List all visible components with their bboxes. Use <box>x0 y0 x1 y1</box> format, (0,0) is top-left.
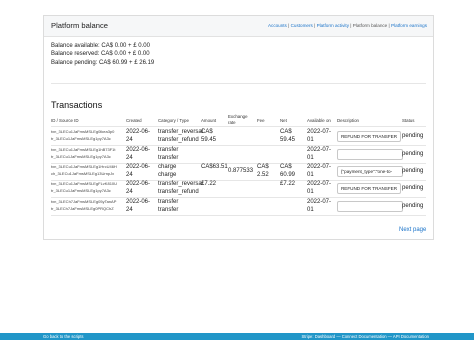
balance-pending: Balance pending: CA$ 60.99 + £ 26.19 <box>51 59 155 66</box>
type: transfer <box>158 155 179 162</box>
column-header-net: Net <box>280 118 287 123</box>
balance-summary: Balance available: CA$ 0.00 + £ 0.00 Bal… <box>51 42 154 67</box>
created-date-day: 24 <box>126 155 133 162</box>
created-date: 2022-06- <box>126 181 151 187</box>
category: transfer_reversal <box>158 181 204 187</box>
amount: £7.22 <box>201 181 217 187</box>
status-text: pending <box>402 185 424 191</box>
type: transfer_refund <box>158 189 199 196</box>
footer-links: Stripe: Dashboard — Connect Documentatio… <box>301 334 429 339</box>
balance-available: Balance available: CA$ 0.00 + £ 0.00 <box>51 43 150 49</box>
created-date-day: 24 <box>126 207 133 214</box>
fee: CA$ <box>257 164 269 170</box>
description-input[interactable] <box>337 149 403 160</box>
row-divider <box>51 215 426 216</box>
nav-platform-earnings-link[interactable]: Platform earnings <box>391 23 427 28</box>
source-id: tr_3LECu1JaFmsMSLEg1py7A3c <box>51 154 111 159</box>
net-value: 59.45 <box>280 137 296 144</box>
available-on-day: 01 <box>307 189 314 196</box>
balance-reserved: Balance reserved: CA$ 0.00 + £ 0.00 <box>51 51 150 58</box>
status-text: pending <box>402 133 424 139</box>
created-date: 2022-06- <box>126 129 151 135</box>
column-header-description: Description <box>337 118 359 123</box>
column-header-created: Created <box>126 118 142 123</box>
created-date: 2022-06- <box>126 147 151 153</box>
back-to-scripts-link[interactable]: Go back to the scripts <box>43 334 84 339</box>
top-nav: Accounts | Customers | Platform activity… <box>268 23 427 28</box>
available-on-day: 01 <box>307 137 314 144</box>
source-id: tr_3LECu1JaFmsMSLEg1py7A3c <box>51 136 111 141</box>
available-on-date: 2022-07- <box>307 147 332 153</box>
section-divider <box>51 83 426 84</box>
available-on-date: 2022-07- <box>307 129 332 135</box>
available-on-day: 01 <box>307 172 314 179</box>
available-on-day: 01 <box>307 155 314 162</box>
column-header-id: ID / Source ID <box>51 118 79 123</box>
created-date-day: 24 <box>126 137 133 144</box>
type: charge <box>158 172 177 179</box>
nav-accounts-link[interactable]: Accounts <box>268 23 287 28</box>
nav-platform-activity-link[interactable]: Platform activity <box>317 23 349 28</box>
category: transfer_reversal <box>158 129 204 135</box>
refund-for-transfer-button[interactable]: REFUND FOR TRANSFER <box>337 183 401 194</box>
status-text: pending <box>402 168 424 174</box>
created-date: 2022-06- <box>126 164 151 170</box>
status-text: pending <box>402 151 424 157</box>
column-header-available-on: Available on <box>307 118 331 123</box>
amount-value: 59.45 <box>201 137 217 144</box>
column-header-fee: Fee <box>257 118 265 123</box>
footer-bar: Go back to the scripts Stripe: Dashboard… <box>0 333 474 340</box>
header-divider <box>51 126 426 127</box>
available-on-date: 2022-07- <box>307 181 332 187</box>
source-id: ch_3LECu1JaFmsMSLEg13UrnpJx <box>51 171 115 176</box>
exchange-rate: 0.877533 <box>228 168 254 174</box>
net: CA$ <box>280 164 292 170</box>
panel-header: Platform balance Accounts | Customers | … <box>44 16 433 37</box>
amount: CA$63.51 <box>201 164 228 170</box>
created-date-day: 24 <box>126 172 133 179</box>
column-header-amount: Amount <box>201 118 217 123</box>
refund-for-transfer-button[interactable]: REFUND FOR TRANSFER <box>337 131 401 142</box>
available-on-date: 2022-07- <box>307 164 332 170</box>
transactions-title: Transactions <box>51 100 103 110</box>
type: transfer <box>158 207 179 214</box>
description-input[interactable]: {"payment_type":"one-to- <box>337 166 403 177</box>
next-page-link[interactable]: Next page <box>399 227 426 233</box>
page-title: Platform balance <box>51 21 108 30</box>
type: transfer_refund <box>158 137 199 144</box>
fee-value: 2.52 <box>257 172 269 179</box>
nav-customers-link[interactable]: Customers <box>291 23 313 28</box>
net-value: 60.99 <box>280 172 296 179</box>
source-id: tr_3LECu1JaFmsMSLEg1py7A3c <box>51 188 111 193</box>
net: £7.22 <box>280 181 296 187</box>
created-date-day: 24 <box>126 189 133 196</box>
column-header-category: Category / Type <box>158 118 189 123</box>
amount: CA$ <box>201 129 213 135</box>
nav-platform-balance-current: Platform balance <box>352 23 388 28</box>
category: transfer <box>158 199 179 205</box>
column-header-status: Status <box>402 118 415 123</box>
status-text: pending <box>402 203 424 209</box>
description-input[interactable] <box>337 201 403 212</box>
created-date: 2022-06- <box>126 199 151 205</box>
column-header-exchange-rate: Exchange rate <box>228 114 248 125</box>
source-id: tr_3LECh7JaFmsMSLEg0PRQChZ <box>51 206 114 211</box>
category: charge <box>158 164 177 170</box>
category: transfer <box>158 147 179 153</box>
available-on-date: 2022-07- <box>307 199 332 205</box>
available-on-day: 01 <box>307 207 314 214</box>
net: CA$ <box>280 129 292 135</box>
platform-balance-panel: Platform balance Accounts | Customers | … <box>43 15 434 240</box>
